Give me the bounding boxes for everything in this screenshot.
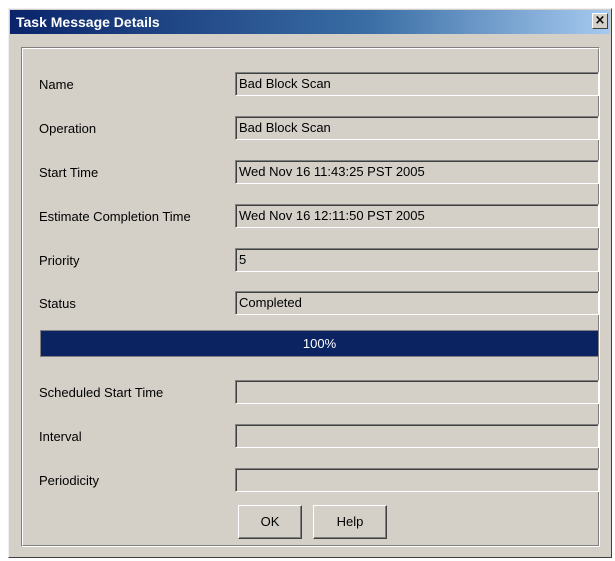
priority-label: Priority <box>39 253 80 268</box>
estimate-completion-time-label: Estimate Completion Time <box>39 209 191 224</box>
dialog-title: Task Message Details <box>16 14 160 30</box>
name-label: Name <box>39 77 74 92</box>
start-time-field[interactable]: Wed Nov 16 11:43:25 PST 2005 <box>235 160 599 184</box>
operation-field[interactable]: Bad Block Scan <box>235 116 599 140</box>
close-button[interactable]: × <box>592 13 608 29</box>
estimate-completion-time-field[interactable]: Wed Nov 16 12:11:50 PST 2005 <box>235 204 599 228</box>
scheduled-start-time-label: Scheduled Start Time <box>39 385 164 400</box>
scheduled-start-time-field[interactable] <box>235 380 599 404</box>
operation-label: Operation <box>39 121 97 136</box>
close-icon: × <box>594 13 606 28</box>
progress-bar: 100% <box>40 330 599 357</box>
priority-field[interactable]: 5 <box>235 248 599 272</box>
details-panel: Name Bad Block Scan Operation Bad Block … <box>21 47 600 547</box>
interval-field[interactable] <box>235 424 599 448</box>
help-button[interactable]: Help <box>313 505 387 539</box>
periodicity-field[interactable] <box>235 468 599 492</box>
interval-label: Interval <box>39 429 82 444</box>
start-time-label: Start Time <box>39 165 99 180</box>
status-label: Status <box>39 296 76 311</box>
ok-button[interactable]: OK <box>238 505 302 539</box>
task-message-details-dialog: Task Message Details × Name Bad Block Sc… <box>8 8 612 558</box>
progress-text: 100% <box>302 336 337 351</box>
name-field[interactable]: Bad Block Scan <box>235 72 599 96</box>
title-bar[interactable]: Task Message Details × <box>10 10 610 34</box>
status-field[interactable]: Completed <box>235 291 599 315</box>
periodicity-label: Periodicity <box>39 473 99 488</box>
